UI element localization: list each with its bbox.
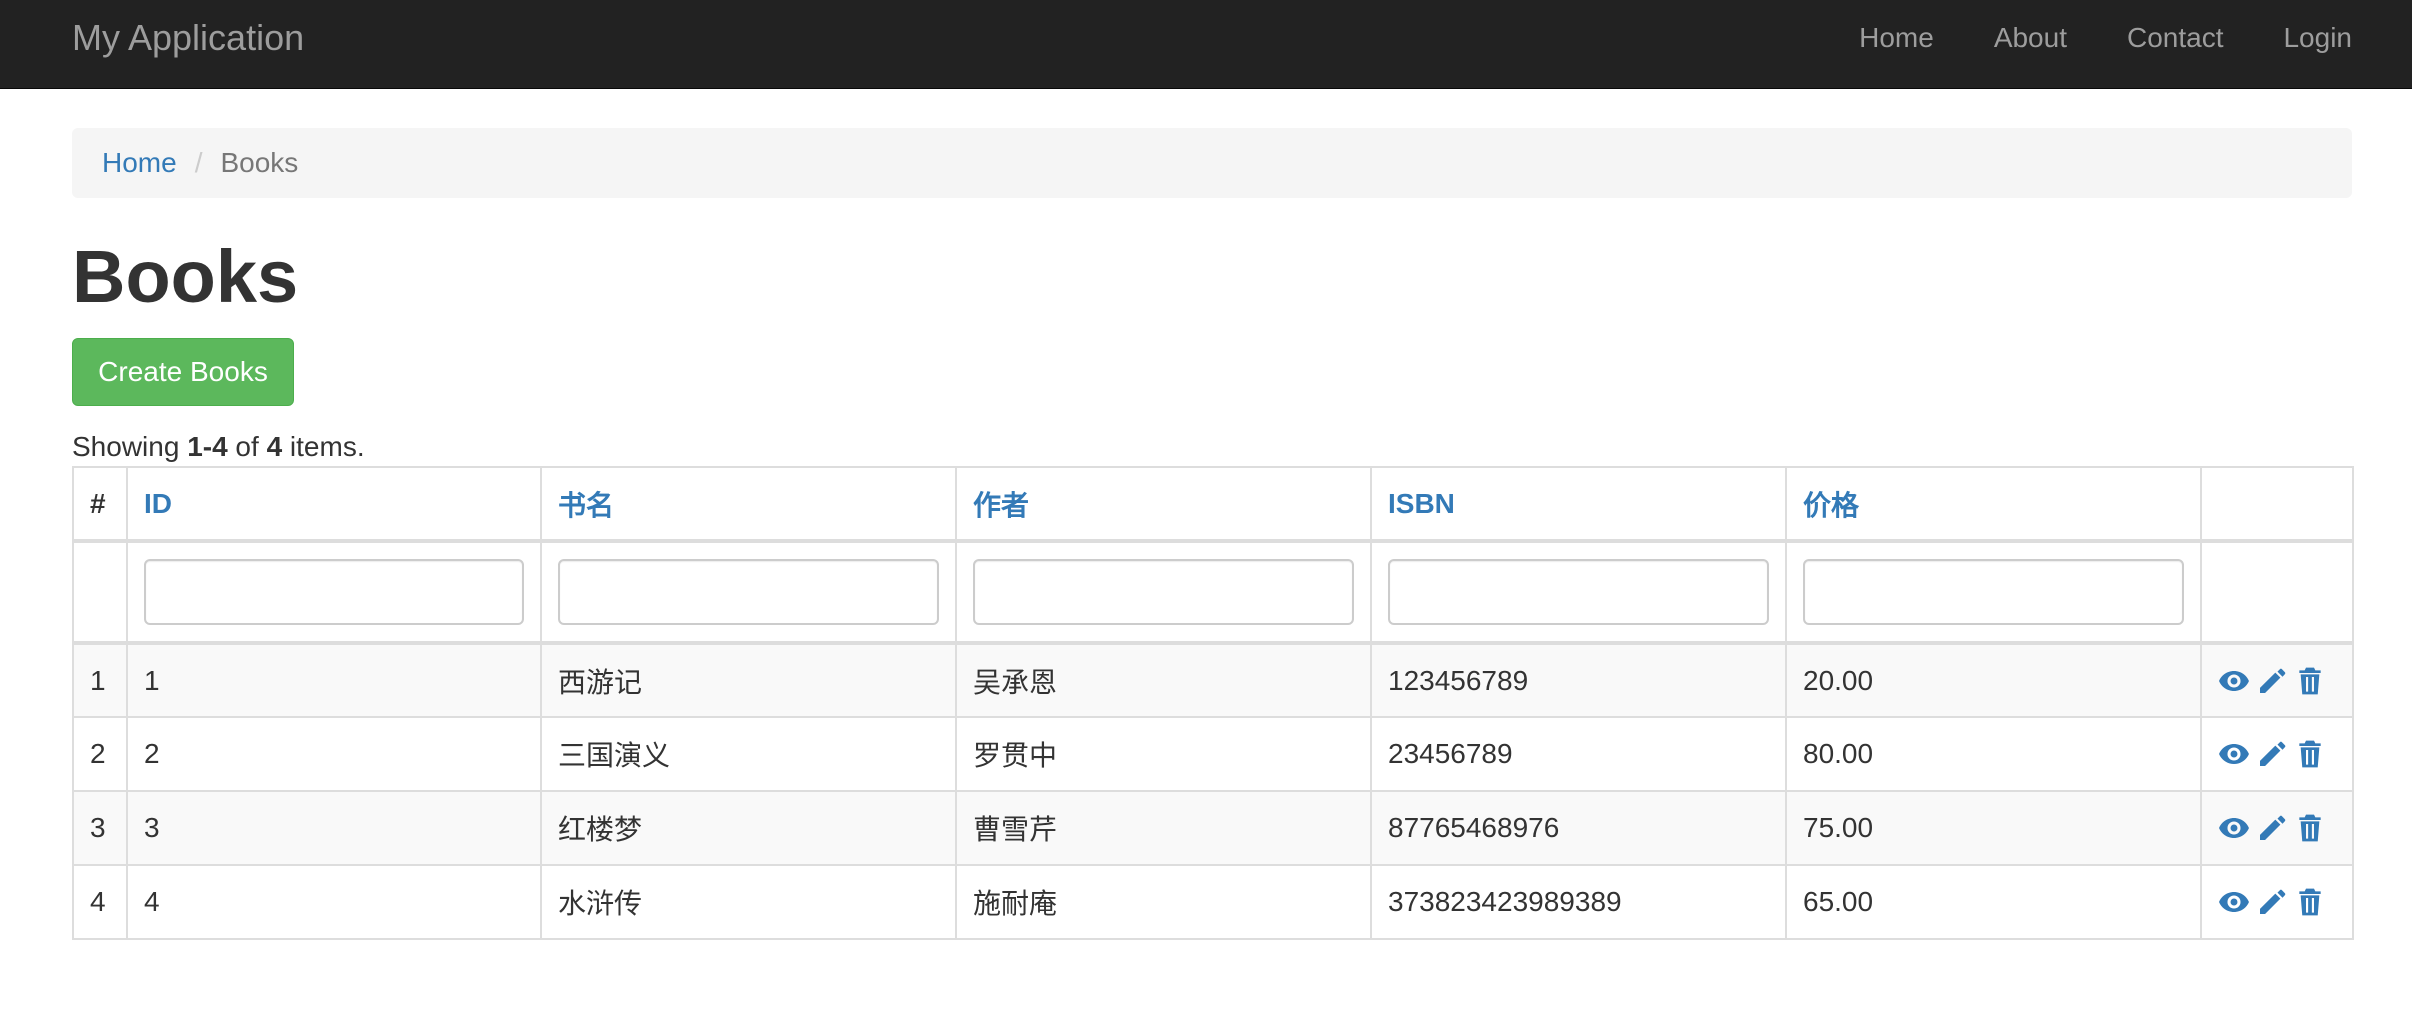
cell-actions — [2200, 716, 2354, 792]
trash-icon[interactable] — [2294, 812, 2326, 844]
filter-cell-serial — [72, 540, 128, 645]
cell-id: 3 — [126, 790, 542, 866]
cell-author: 曹雪芹 — [955, 790, 1372, 866]
eye-icon[interactable] — [2218, 886, 2250, 918]
pencil-icon[interactable] — [2256, 886, 2288, 918]
filter-row — [72, 540, 2354, 645]
column-header-name[interactable]: 书名 — [540, 466, 957, 543]
cell-serial: 2 — [72, 716, 128, 792]
cell-name: 水浒传 — [540, 864, 957, 940]
cell-id: 4 — [126, 864, 542, 940]
summary-suffix: items. — [282, 431, 365, 462]
cell-isbn: 373823423989389 — [1370, 864, 1787, 940]
filter-input-price[interactable] — [1803, 559, 2184, 625]
summary-range: 1-4 — [187, 431, 228, 462]
filter-cell-actions — [2200, 540, 2354, 645]
column-header-id[interactable]: ID — [126, 466, 542, 543]
pencil-icon[interactable] — [2256, 665, 2288, 697]
breadcrumb-active: Books — [220, 147, 299, 178]
column-header-price[interactable]: 价格 — [1785, 466, 2202, 543]
cell-author: 罗贯中 — [955, 716, 1372, 792]
cell-isbn: 23456789 — [1370, 716, 1787, 792]
filter-cell-isbn — [1370, 540, 1787, 645]
create-books-button[interactable]: Create Books — [72, 338, 294, 406]
row-actions — [2218, 812, 2336, 844]
row-actions — [2218, 665, 2336, 697]
nav-links: Home About Contact Login — [1799, 0, 2352, 89]
summary-total: 4 — [266, 431, 283, 462]
eye-icon[interactable] — [2218, 738, 2250, 770]
trash-icon[interactable] — [2294, 665, 2326, 697]
cell-name: 西游记 — [540, 642, 957, 718]
breadcrumb-separator: / — [194, 147, 203, 178]
nav-link-home[interactable]: Home — [1859, 0, 1934, 89]
cell-price: 75.00 — [1785, 790, 2202, 866]
pencil-icon[interactable] — [2256, 812, 2288, 844]
nav-link-contact[interactable]: Contact — [2127, 0, 2224, 89]
pencil-icon[interactable] — [2256, 738, 2288, 770]
table-row: 2 2 三国演义 罗贯中 23456789 80.00 — [72, 716, 2354, 792]
column-header-actions — [2200, 466, 2354, 543]
table-row: 3 3 红楼梦 曹雪芹 87765468976 75.00 — [72, 790, 2354, 866]
cell-id: 2 — [126, 716, 542, 792]
filter-input-author[interactable] — [973, 559, 1354, 625]
filter-cell-name — [540, 540, 957, 645]
trash-icon[interactable] — [2294, 886, 2326, 918]
table-row: 1 1 西游记 吴承恩 123456789 20.00 — [72, 642, 2354, 718]
cell-serial: 4 — [72, 864, 128, 940]
cell-id: 1 — [126, 642, 542, 718]
cell-name: 红楼梦 — [540, 790, 957, 866]
trash-icon[interactable] — [2294, 738, 2326, 770]
filter-input-id[interactable] — [144, 559, 524, 625]
nav-link-about[interactable]: About — [1994, 0, 2067, 89]
grid-summary: Showing 1-4 of 4 items. — [72, 428, 365, 466]
nav-link-login[interactable]: Login — [2283, 0, 2352, 89]
eye-icon[interactable] — [2218, 812, 2250, 844]
cell-isbn: 123456789 — [1370, 642, 1787, 718]
cell-author: 吴承恩 — [955, 642, 1372, 718]
brand-link[interactable]: My Application — [72, 0, 304, 89]
cell-price: 80.00 — [1785, 716, 2202, 792]
filter-cell-price — [1785, 540, 2202, 645]
filter-input-isbn[interactable] — [1388, 559, 1769, 625]
breadcrumb: Home / Books — [72, 128, 2352, 198]
cell-author: 施耐庵 — [955, 864, 1372, 940]
cell-serial: 1 — [72, 642, 128, 718]
filter-input-name[interactable] — [558, 559, 939, 625]
page-title: Books — [72, 235, 299, 318]
cell-actions — [2200, 790, 2354, 866]
summary-of: of — [227, 431, 267, 462]
breadcrumb-home-link[interactable]: Home — [102, 147, 177, 179]
cell-actions — [2200, 642, 2354, 718]
row-actions — [2218, 886, 2336, 918]
column-header-author[interactable]: 作者 — [955, 466, 1372, 543]
summary-prefix: Showing — [72, 431, 188, 462]
cell-name: 三国演义 — [540, 716, 957, 792]
filter-cell-id — [126, 540, 542, 645]
table-row: 4 4 水浒传 施耐庵 373823423989389 65.00 — [72, 864, 2354, 940]
cell-serial: 3 — [72, 790, 128, 866]
column-header-isbn[interactable]: ISBN — [1370, 466, 1787, 543]
navbar: My Application Home About Contact Login — [0, 0, 2412, 89]
books-grid: # ID 书名 作者 ISBN 价格 1 1 西游记 吴承恩 123456789 20.0… — [72, 466, 2354, 940]
cell-actions — [2200, 864, 2354, 940]
grid-body: 1 1 西游记 吴承恩 123456789 20.00 2 2 三国演义 罗贯中 23456789 8… — [72, 642, 2354, 940]
cell-price: 65.00 — [1785, 864, 2202, 940]
cell-price: 20.00 — [1785, 642, 2202, 718]
header-row: # ID 书名 作者 ISBN 价格 — [72, 466, 2354, 543]
column-header-serial: # — [72, 466, 128, 543]
row-actions — [2218, 738, 2336, 770]
eye-icon[interactable] — [2218, 665, 2250, 697]
cell-isbn: 87765468976 — [1370, 790, 1787, 866]
filter-cell-author — [955, 540, 1372, 645]
